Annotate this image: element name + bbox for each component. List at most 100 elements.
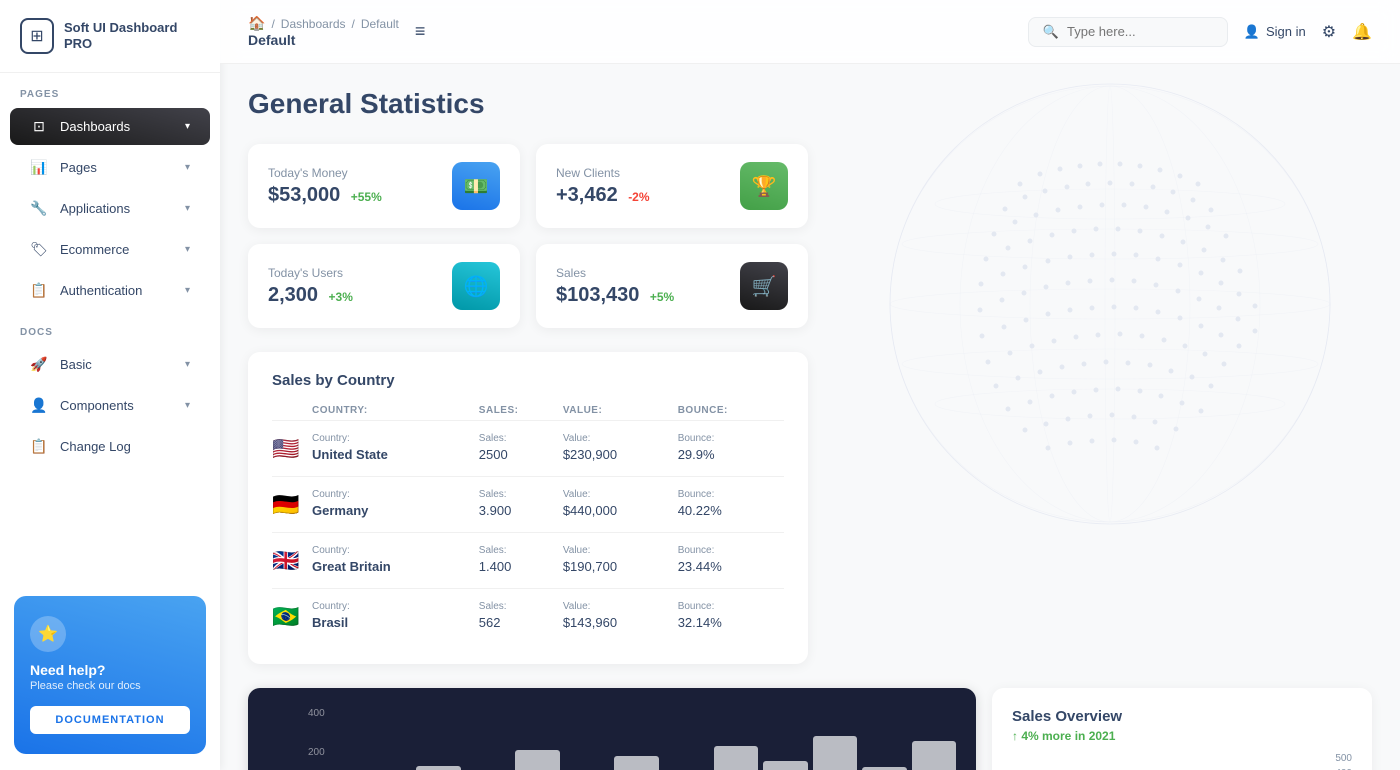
stat-info-clients: New Clients +3,462 -2% (556, 166, 650, 207)
main-content: 🏠 / Dashboards / Default Default ≡ 🔍 👤 S… (220, 0, 1400, 770)
search-box[interactable]: 🔍 (1028, 17, 1228, 47)
sidebar: ⊞ Soft UI Dashboard PRO PAGES ⊡ Dashboar… (0, 0, 220, 770)
ecommerce-icon: 🏷 (30, 241, 48, 258)
chevron-down-icon: ▾ (185, 203, 190, 214)
bar-12 (912, 741, 957, 770)
chevron-down-icon: ▾ (185, 244, 190, 255)
components-icon: 👤 (30, 397, 48, 414)
topbar-right: 🔍 👤 Sign in ⚙ 🔔 (1028, 17, 1372, 47)
sidebar-item-label: Authentication (60, 283, 142, 298)
signin-label: Sign in (1266, 24, 1306, 39)
flag-de: 🇩🇪 (272, 492, 299, 517)
topbar: 🏠 / Dashboards / Default Default ≡ 🔍 👤 S… (220, 0, 1400, 64)
flag-gb: 🇬🇧 (272, 548, 299, 573)
stat-icon-clients: 🏆 (740, 162, 788, 210)
home-icon[interactable]: 🏠 (248, 15, 265, 32)
sidebar-item-label: Change Log (60, 439, 131, 454)
stat-card-money: Today's Money $53,000 +55% 💵 (248, 144, 520, 228)
sidebar-item-label: Components (60, 398, 134, 413)
basic-icon: 🚀 (30, 356, 48, 373)
chevron-down-icon: ▾ (185, 359, 190, 370)
page-title: General Statistics (248, 88, 1372, 120)
stat-value-money: $53,000 (268, 184, 340, 206)
chevron-down-icon: ▾ (185, 285, 190, 296)
sales-overview-card: Sales Overview ↑ 4% more in 2021 500 400 (992, 688, 1372, 770)
overview-title: Sales Overview (1012, 708, 1352, 725)
chevron-down-icon: ▾ (185, 121, 190, 132)
search-icon: 🔍 (1043, 24, 1059, 40)
stat-change-users: +3% (329, 290, 353, 304)
breadcrumb-sep2: / (352, 17, 355, 31)
stat-change-clients: -2% (628, 190, 649, 204)
sidebar-item-pages[interactable]: 📊 Pages ▾ (10, 149, 210, 186)
stat-label-money: Today's Money (268, 166, 382, 180)
stat-value-sales: $103,430 (556, 284, 639, 306)
sidebar-item-basic[interactable]: 🚀 Basic ▾ (10, 346, 210, 383)
stat-icon-sales: 🛒 (740, 262, 788, 310)
hamburger-icon[interactable]: ≡ (415, 21, 426, 42)
sidebar-item-ecommerce[interactable]: 🏷 Ecommerce ▾ (10, 231, 210, 268)
search-input[interactable] (1067, 24, 1213, 39)
sidebar-item-label: Basic (60, 357, 92, 372)
notifications-icon[interactable]: 🔔 (1352, 22, 1372, 42)
stat-info-sales: Sales $103,430 +5% (556, 266, 674, 307)
logo-text: Soft UI Dashboard PRO (64, 20, 200, 51)
sidebar-item-changelog[interactable]: 📋 Change Log (10, 428, 210, 465)
col-bounce: Bounce: (678, 405, 784, 421)
breadcrumb-nav: 🏠 / Dashboards / Default (248, 15, 399, 32)
sidebar-item-components[interactable]: 👤 Components ▾ (10, 387, 210, 424)
stat-value-clients: +3,462 (556, 184, 618, 206)
documentation-button[interactable]: DOCUMENTATION (30, 706, 190, 734)
globe-background: /* dots rendered via JS below */ (820, 64, 1400, 544)
stat-icon-money: 💵 (452, 162, 500, 210)
sidebar-item-authentication[interactable]: 📋 Authentication ▾ (10, 272, 210, 309)
sidebar-item-label: Pages (60, 160, 97, 175)
content-area: /* dots rendered via JS below */ (220, 64, 1400, 770)
pages-icon: 📊 (30, 159, 48, 176)
signin-button[interactable]: 👤 Sign in (1244, 24, 1306, 40)
stat-icon-users: 🌐 (452, 262, 500, 310)
stat-change-money: +55% (351, 190, 382, 204)
sidebar-help-card: ⭐ Need help? Please check our docs DOCUM… (14, 596, 206, 754)
sales-by-country-card: Sales by Country Country: Sales: Value: … (248, 352, 808, 664)
bar-4 (515, 750, 560, 770)
stats-grid: Today's Money $53,000 +55% 💵 New Clients… (248, 144, 808, 328)
bottom-row: 400 200 0 (248, 688, 1372, 770)
changelog-icon: 📋 (30, 438, 48, 455)
sidebar-item-dashboards[interactable]: ⊡ Dashboards ▾ (10, 108, 210, 145)
user-icon: 👤 (1244, 24, 1260, 40)
col-sales: Sales: (479, 405, 563, 421)
sidebar-item-applications[interactable]: 🔧 Applications ▾ (10, 190, 210, 227)
breadcrumb: 🏠 / Dashboards / Default Default (248, 15, 399, 48)
applications-icon: 🔧 (30, 200, 48, 217)
docs-section-label: DOCS (0, 311, 220, 344)
country-table: Country: Sales: Value: Bounce: 🇺🇸 Countr… (272, 405, 784, 644)
table-row: 🇺🇸 Country:United State Sales:2500 Value… (272, 421, 784, 477)
bar-2 (416, 766, 461, 770)
flag-us: 🇺🇸 (272, 436, 299, 461)
breadcrumb-sep: / (271, 17, 274, 31)
pages-section-label: PAGES (0, 73, 220, 106)
logo-icon: ⊞ (20, 18, 54, 54)
col-value: Value: (563, 405, 678, 421)
chevron-down-icon: ▾ (185, 400, 190, 411)
sidebar-item-label: Ecommerce (60, 242, 129, 257)
breadcrumb-dashboards[interactable]: Dashboards (281, 17, 346, 31)
bar-9 (763, 761, 808, 770)
settings-icon[interactable]: ⚙ (1322, 22, 1336, 42)
table-row: 🇩🇪 Country:Germany Sales:3.900 Value:$44… (272, 477, 784, 533)
stat-change-sales: +5% (650, 290, 674, 304)
stat-label-clients: New Clients (556, 166, 650, 180)
help-title: Need help? (30, 662, 190, 678)
bar-chart-card: 400 200 0 (248, 688, 976, 770)
bar-10 (813, 736, 858, 770)
sidebar-item-label: Dashboards (60, 119, 130, 134)
stat-card-sales: Sales $103,430 +5% 🛒 (536, 244, 808, 328)
dashboards-icon: ⊡ (30, 118, 48, 135)
authentication-icon: 📋 (30, 282, 48, 299)
overview-subtitle: ↑ 4% more in 2021 (1012, 729, 1352, 743)
table-row: 🇧🇷 Country:Brasil Sales:562 Value:$143,9… (272, 589, 784, 645)
stat-label-users: Today's Users (268, 266, 353, 280)
stat-label-sales: Sales (556, 266, 674, 280)
bar-6 (614, 756, 659, 770)
